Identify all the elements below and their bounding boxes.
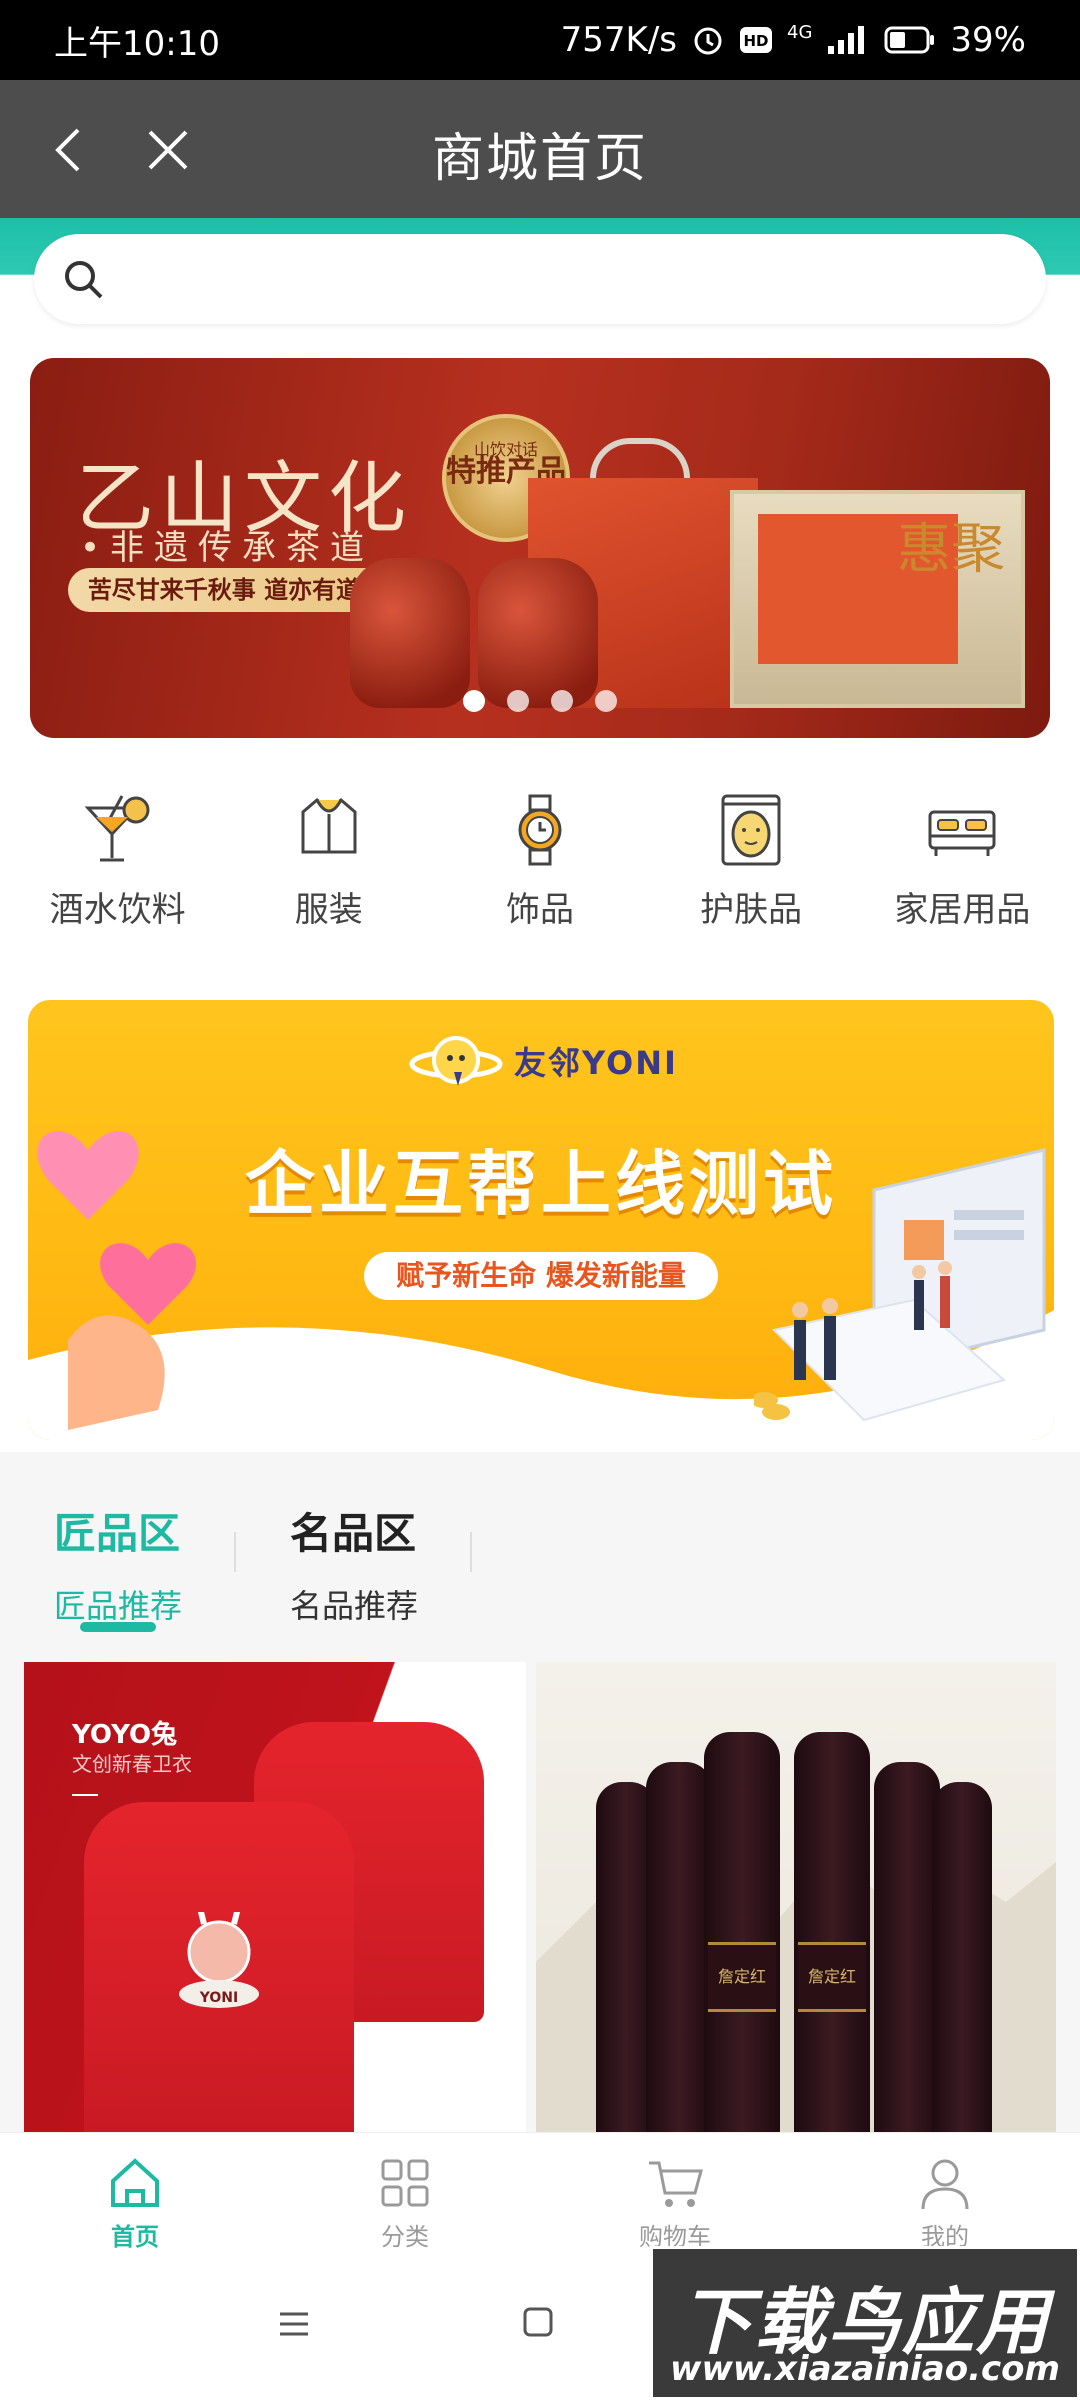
menu-icon[interactable] [276, 2306, 312, 2342]
wine-bottle-image [874, 1762, 940, 2132]
bed-icon [928, 810, 996, 856]
business-illustration [754, 1148, 1046, 1422]
carousel-dot[interactable] [463, 690, 485, 712]
wine-bottle-image [704, 1732, 780, 2132]
wine-label: 詹定红 [708, 1942, 776, 2012]
network-type: 4G [787, 21, 813, 43]
home-square-icon[interactable] [520, 2304, 556, 2340]
yoni-logo: 友邻YONI [408, 1026, 678, 1096]
tab-profile[interactable]: 我的 [810, 2133, 1080, 2254]
tea-jar-image [350, 558, 470, 708]
product-divider [72, 1794, 98, 1796]
status-time: 上午10:10 [54, 23, 220, 64]
category-label: 家居用品 [894, 890, 1031, 930]
site-watermark: 下载鸟应用 www.xiazainiao.com [650, 2246, 1080, 2400]
promo-banner-tea[interactable]: 乙山文化 •非遗传承茶道 苦尽甘来千秋事 道亦有道循世生 山饮对话 特推产品 惠… [30, 358, 1050, 738]
status-bar: 上午10:10 757K/s HD 4G 39% [0, 0, 1080, 80]
carousel-dot[interactable] [595, 690, 617, 712]
banner-slogan: 赋予新生命 爆发新能量 [364, 1252, 718, 1300]
search-icon [65, 261, 103, 299]
category-clothing[interactable]: 服装 [229, 790, 429, 950]
tab-subtitle: 名品推荐 [290, 1587, 419, 1625]
tab-divider [234, 1532, 236, 1572]
carousel-dot[interactable] [507, 690, 529, 712]
jacket-icon [301, 798, 357, 854]
category-home[interactable]: 家居用品 [862, 790, 1062, 950]
carousel-indicator [30, 690, 1050, 712]
tab-subtitle: 匠品推荐 [54, 1587, 183, 1625]
gift-box-characters: 惠聚 [897, 517, 1005, 580]
tab-label: 分类 [381, 2223, 429, 2251]
wine-bottle-image [794, 1732, 870, 2132]
tab-category[interactable]: 分类 [270, 2133, 540, 2254]
product-card-hoodie[interactable]: YOYO兔 文创新春卫衣 YONI [24, 1662, 526, 2132]
tab-label: 首页 [111, 2223, 159, 2251]
active-tab-indicator [80, 1622, 156, 1632]
user-icon [921, 2159, 969, 2210]
search-zone [0, 218, 1080, 378]
watch-icon [518, 794, 562, 866]
alarm-icon [694, 27, 722, 55]
category-accessories[interactable]: 饰品 [440, 790, 640, 950]
signal-icon [828, 26, 865, 54]
brand-name: 友邻YONI [514, 1044, 678, 1082]
carousel-dot[interactable] [551, 690, 573, 712]
cocktail-icon [84, 795, 150, 862]
product-brand: YOYO兔 [72, 1720, 178, 1750]
product-subtitle: 文创新春卫衣 [72, 1752, 192, 1776]
tab-home[interactable]: 首页 [0, 2133, 270, 2254]
product-grid: YOYO兔 文创新春卫衣 YONI 詹定红 詹定红 [0, 1662, 1080, 2132]
mascot-text: YONI [199, 1990, 238, 2006]
planet-mascot-icon [409, 1036, 503, 1086]
heart-hand-illustration [37, 1131, 196, 1430]
cart-icon [649, 2161, 703, 2207]
category-label: 饰品 [505, 890, 574, 930]
status-indicators: 757K/s HD 4G 39% [561, 20, 1026, 60]
product-card-wine[interactable]: 詹定红 詹定红 [536, 1662, 1056, 2132]
hd-icon: HD [740, 27, 773, 53]
home-icon [111, 2158, 159, 2207]
nav-bar: 商城首页 [0, 80, 1080, 218]
tab-artisan-zone[interactable]: 匠品区 匠品推荐 [54, 1500, 182, 1627]
rabbit-mascot-icon: YONI [179, 1912, 259, 2008]
watermark-url: www.xiazainiao.com [670, 2349, 1060, 2389]
wine-bottle-image [646, 1762, 712, 2132]
promo-banner-yoni[interactable]: 友邻YONI 企业互帮上线测试 赋予新生命 爆发新能量 [28, 1000, 1054, 1440]
battery-level: 39% [950, 20, 1026, 60]
bottom-tab-bar: 首页 分类 购物车 我的 [0, 2132, 1080, 2254]
category-label: 服装 [294, 890, 363, 930]
battery-icon [884, 26, 935, 54]
tea-jar-image [478, 558, 598, 708]
tab-title: 名品区 [290, 1509, 417, 1558]
face-mask-icon [721, 794, 781, 866]
wine-label: 詹定红 [798, 1942, 866, 2012]
zone-tabs: 匠品区 匠品推荐 名品区 名品推荐 [0, 1452, 1080, 1662]
category-label: 酒水饮料 [49, 890, 186, 930]
grid-icon [381, 2159, 429, 2207]
tab-brand-zone[interactable]: 名品区 名品推荐 [290, 1500, 418, 1627]
category-row: 酒水饮料 服装 饰品 护肤品 家居用品 [0, 790, 1080, 950]
gift-box-image: 惠聚 [730, 490, 1025, 708]
tab-divider [470, 1532, 472, 1572]
search-input[interactable] [124, 234, 1024, 324]
network-speed: 757K/s [560, 20, 678, 60]
wine-bottle-image [932, 1782, 992, 2132]
search-bar[interactable] [34, 234, 1046, 324]
svg-text:HD: HD [744, 32, 769, 50]
tab-cart[interactable]: 购物车 [540, 2133, 810, 2254]
category-skincare[interactable]: 护肤品 [651, 790, 851, 950]
category-label: 护肤品 [700, 890, 803, 930]
page-title: 商城首页 [431, 129, 648, 189]
tab-title: 匠品区 [54, 1509, 181, 1558]
category-drinks[interactable]: 酒水饮料 [18, 790, 218, 950]
banner-subtitle: •非遗传承茶道 [80, 528, 375, 568]
